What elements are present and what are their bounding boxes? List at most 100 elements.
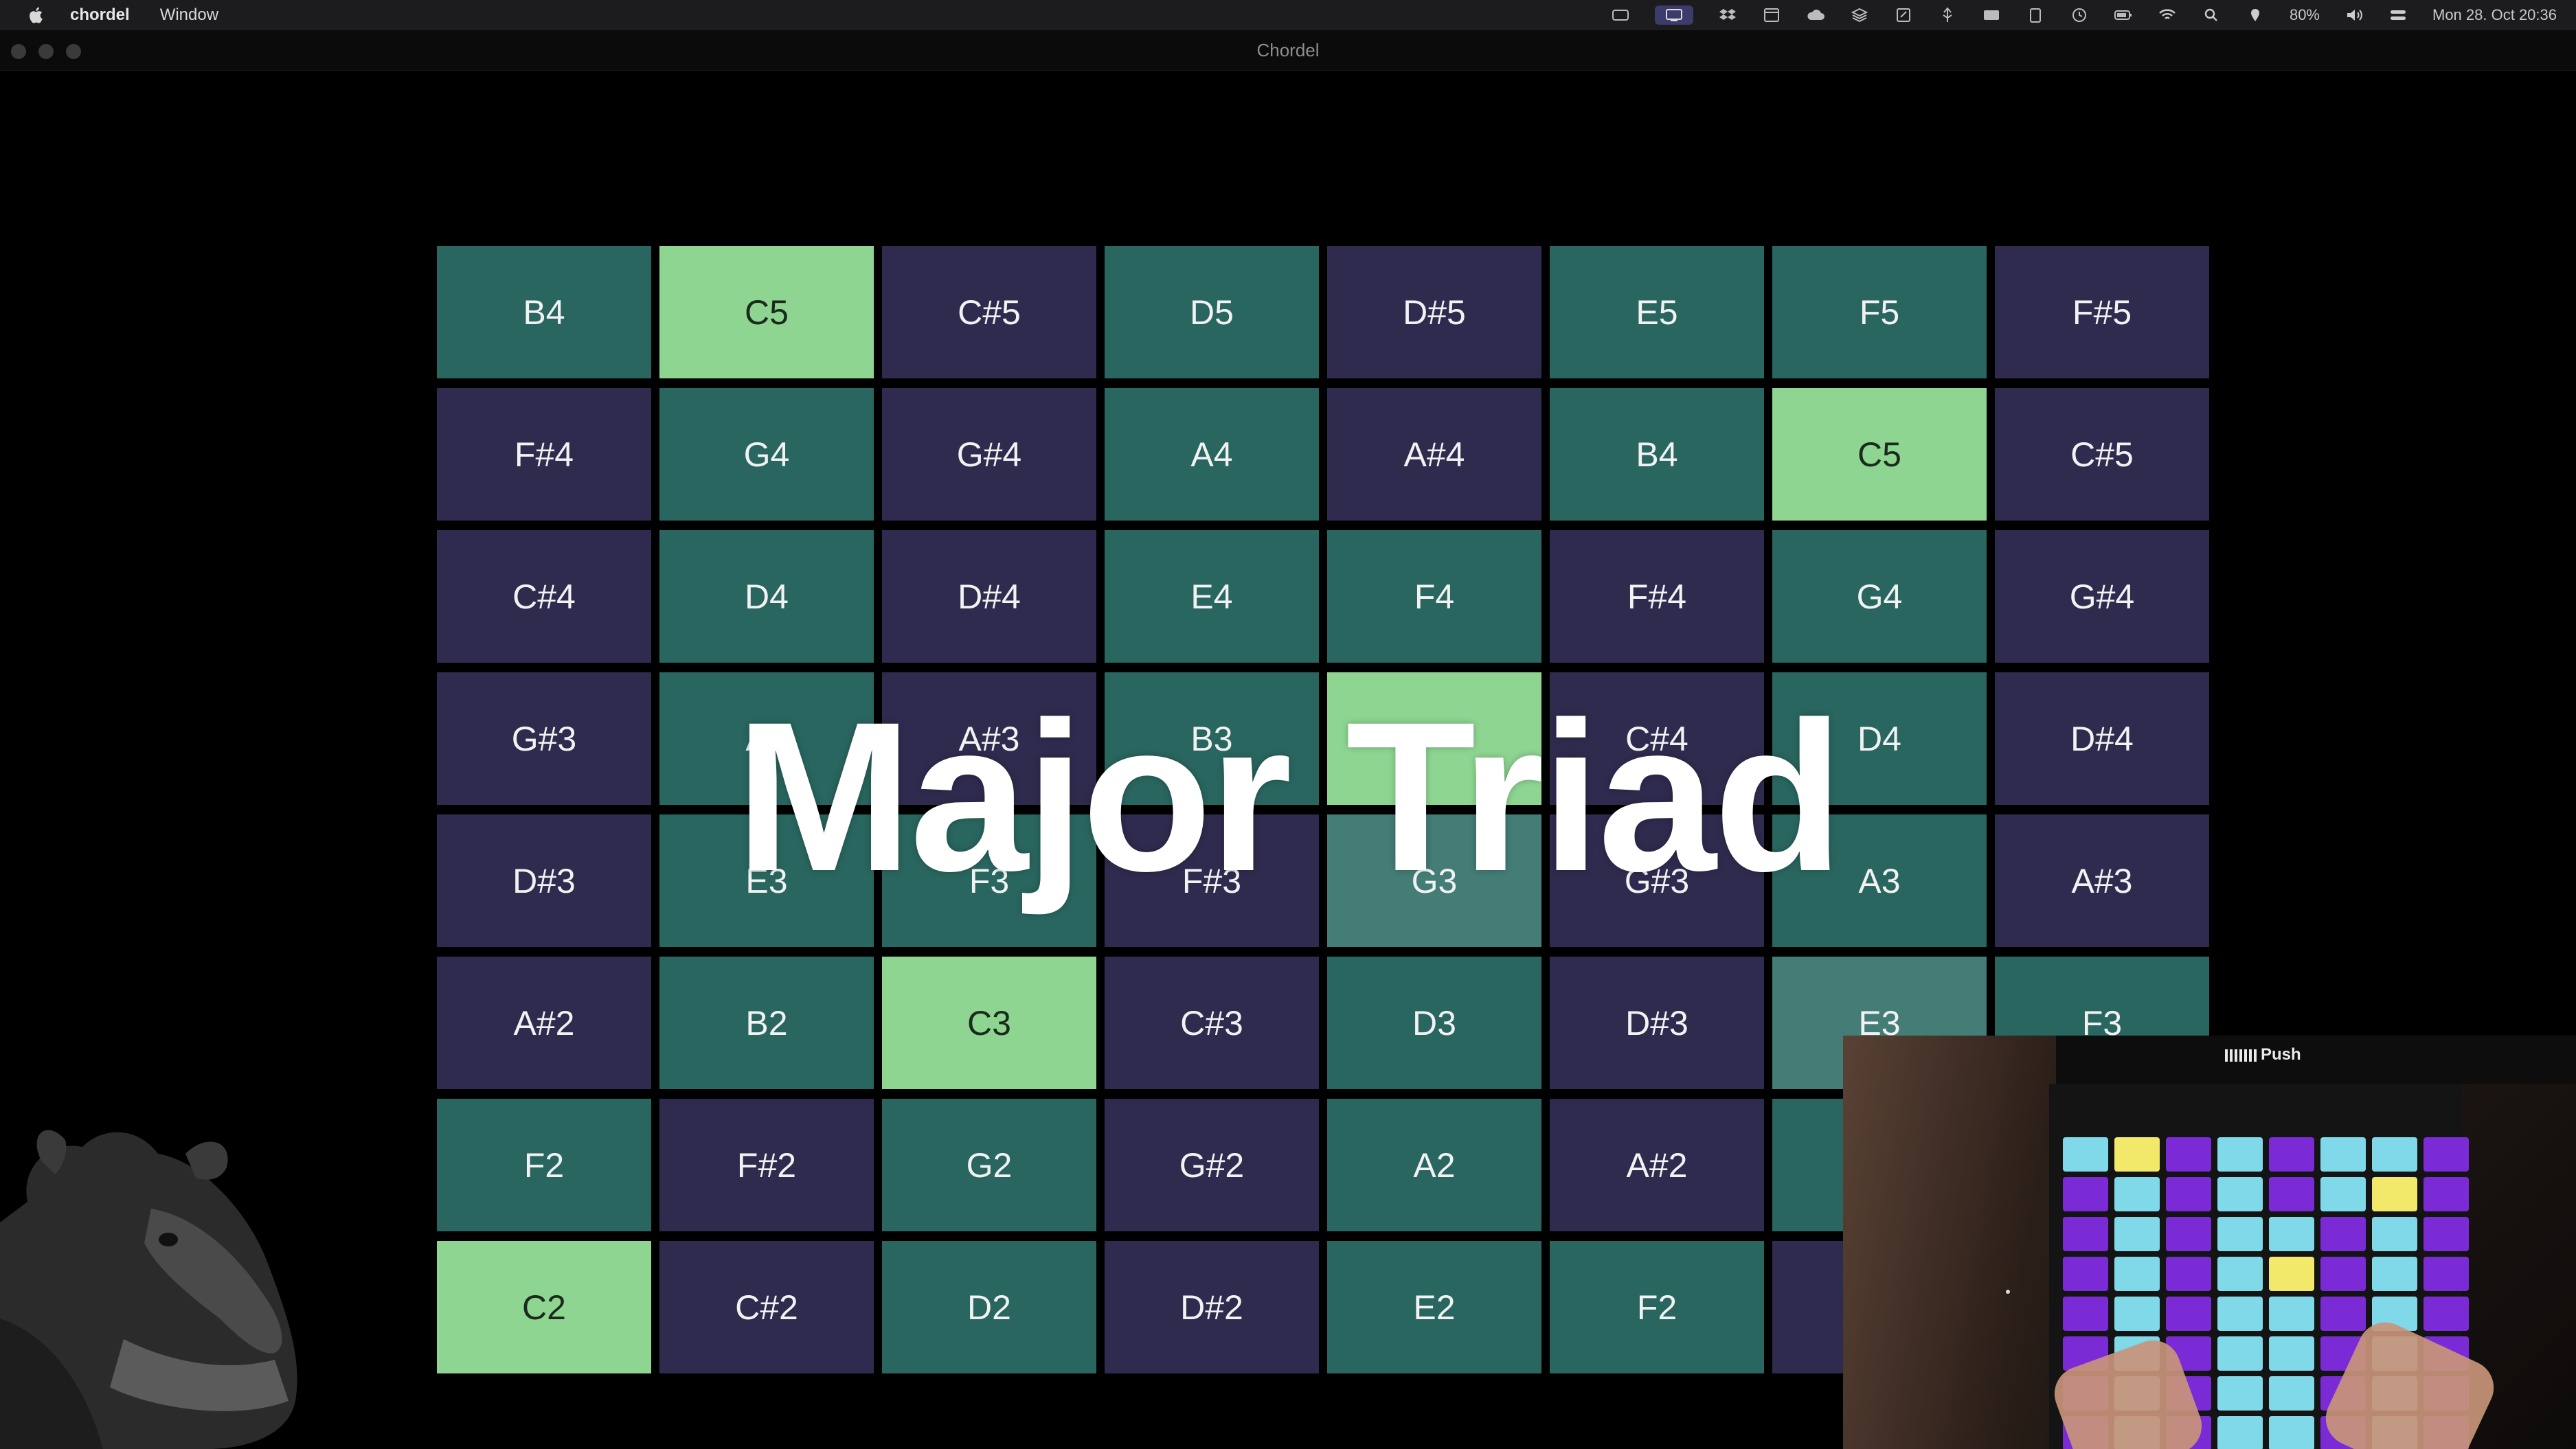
dropbox-icon[interactable] (1718, 7, 1737, 23)
capture-icon[interactable] (1611, 7, 1630, 23)
note-pad[interactable]: F2 (1550, 1241, 1764, 1373)
note-pad[interactable]: B2 (659, 957, 874, 1089)
controller-pad (2217, 1336, 2263, 1371)
note-pad-label: A2 (1413, 1145, 1456, 1185)
note-pad[interactable]: C3 (882, 957, 1096, 1089)
note-pad-label: C#5 (958, 293, 1021, 332)
controller-pad (2269, 1217, 2314, 1251)
battery-icon[interactable] (2114, 7, 2133, 23)
note-pad-label: G#2 (1179, 1145, 1245, 1185)
note-pad-label: C#2 (735, 1288, 798, 1327)
note-pad[interactable]: C5 (1772, 388, 1987, 521)
controller-pad (2424, 1217, 2469, 1251)
note-pad[interactable]: A#2 (437, 957, 651, 1089)
note-pad[interactable]: E2 (1327, 1241, 1541, 1373)
note-pad-label: C5 (745, 293, 789, 332)
note-pad[interactable]: D#3 (1550, 957, 1764, 1089)
note-icon[interactable] (1894, 7, 1913, 23)
controller-pad (2424, 1137, 2469, 1172)
calendar-icon[interactable] (1762, 7, 1781, 23)
note-pad[interactable]: D4 (659, 530, 874, 663)
note-pad-label: B2 (745, 1003, 788, 1042)
note-pad[interactable]: C#3 (1105, 957, 1319, 1089)
cloud-icon[interactable] (1806, 7, 1825, 23)
note-pad[interactable]: D#4 (882, 530, 1096, 663)
controller-pad (2114, 1177, 2160, 1211)
note-pad[interactable]: A#2 (1550, 1099, 1764, 1231)
note-pad[interactable]: B4 (437, 246, 651, 378)
note-pad[interactable]: C#2 (659, 1241, 874, 1373)
note-pad[interactable]: A2 (1327, 1099, 1541, 1231)
controller-pad (2424, 1257, 2469, 1291)
note-pad[interactable]: G#2 (1105, 1099, 1319, 1231)
note-pad[interactable]: D5 (1105, 246, 1319, 378)
controller-pad (2063, 1257, 2108, 1291)
controller-pad (2166, 1297, 2211, 1331)
location-icon[interactable] (2246, 7, 2265, 23)
chord-name-overlay: Major Triad (735, 677, 1844, 915)
window-title: Chordel (1256, 40, 1320, 60)
stack-icon[interactable] (1850, 7, 1869, 23)
note-pad-label: A#2 (513, 1003, 575, 1042)
note-pad-label: G4 (1856, 577, 1903, 616)
note-pad[interactable]: B4 (1550, 388, 1764, 521)
controller-pad (2114, 1297, 2160, 1331)
note-pad[interactable]: F#5 (1995, 246, 2209, 378)
control-center-icon[interactable] (2388, 7, 2408, 23)
note-pad[interactable]: D3 (1327, 957, 1541, 1089)
note-pad[interactable]: C#4 (437, 530, 651, 663)
menubar-clock[interactable]: Mon 28. Oct 20:36 (2432, 6, 2557, 24)
note-pad[interactable]: D#5 (1327, 246, 1541, 378)
note-pad[interactable]: F#4 (437, 388, 651, 521)
note-pad[interactable]: F#4 (1550, 530, 1764, 663)
note-pad-label: C5 (1857, 435, 1901, 474)
note-pad[interactable]: G4 (659, 388, 874, 521)
note-pad-label: D3 (1412, 1003, 1456, 1042)
note-pad[interactable]: A4 (1105, 388, 1319, 521)
note-pad[interactable]: C#5 (1995, 388, 2209, 521)
app-name-menu[interactable]: chordel (70, 5, 130, 25)
clock-icon[interactable] (2070, 7, 2089, 23)
menu-window[interactable]: Window (160, 5, 218, 25)
controller-pad (2269, 1137, 2314, 1172)
clipboard-icon[interactable] (2026, 7, 2045, 23)
note-pad[interactable]: C2 (437, 1241, 651, 1373)
search-icon[interactable] (2202, 7, 2221, 23)
controller-top-bar (2056, 1036, 2576, 1084)
controller-pad (2063, 1177, 2108, 1211)
note-pad[interactable]: F#2 (659, 1099, 874, 1231)
menu-bar: chordel Window 80% Mon 28. Oct 20:36 (0, 0, 2576, 30)
note-pad[interactable]: G2 (882, 1099, 1096, 1231)
usb-icon[interactable] (1938, 7, 1957, 23)
note-pad[interactable]: C#5 (882, 246, 1096, 378)
note-pad[interactable]: D#2 (1105, 1241, 1319, 1373)
card-icon[interactable] (1982, 7, 2001, 23)
note-pad-label: F2 (523, 1145, 565, 1185)
note-pad[interactable]: A#4 (1327, 388, 1541, 521)
controller-pad (2269, 1297, 2314, 1331)
note-pad-label: E5 (1636, 293, 1678, 332)
note-pad-label: D#2 (1180, 1288, 1243, 1327)
wifi-icon[interactable] (2158, 7, 2177, 23)
note-pad[interactable]: F5 (1772, 246, 1987, 378)
note-pad[interactable]: G#4 (1995, 530, 2209, 663)
note-pad[interactable]: G#4 (882, 388, 1096, 521)
note-pad[interactable]: F4 (1327, 530, 1541, 663)
note-pad[interactable]: D2 (882, 1241, 1096, 1373)
note-pad-label: D#5 (1403, 293, 1466, 332)
webcam-inset: Push (1843, 1036, 2576, 1449)
apple-logo-icon[interactable] (26, 5, 47, 25)
note-pad[interactable]: C5 (659, 246, 874, 378)
controller-pad (2372, 1137, 2417, 1172)
note-pad-label: C3 (967, 1003, 1011, 1042)
note-pad[interactable]: G4 (1772, 530, 1987, 663)
note-pad[interactable]: E4 (1105, 530, 1319, 663)
volume-icon[interactable] (2345, 7, 2364, 23)
controller-pad (2063, 1217, 2108, 1251)
note-pad[interactable]: E5 (1550, 246, 1764, 378)
screen-mirror-icon[interactable] (1654, 5, 1693, 25)
controller-pad (2114, 1137, 2160, 1172)
tapir-mascot-image (0, 1130, 297, 1449)
controller-pad (2114, 1217, 2160, 1251)
note-pad[interactable]: F2 (437, 1099, 651, 1231)
